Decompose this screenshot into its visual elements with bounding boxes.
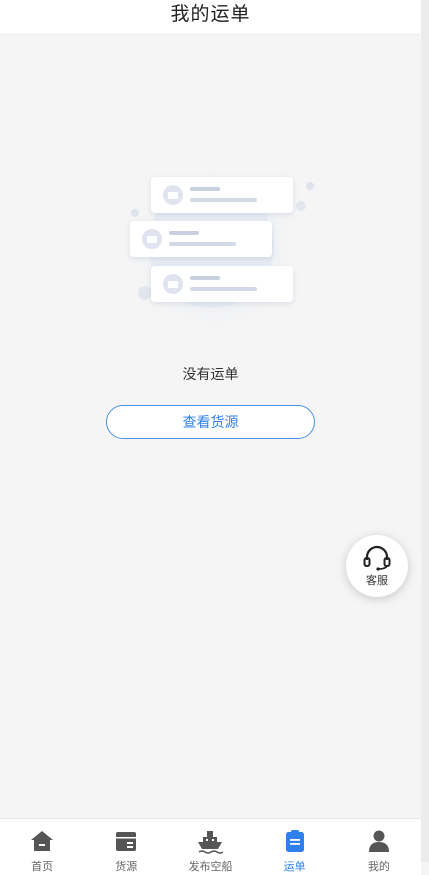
- headset-icon: [363, 545, 391, 571]
- tab-cargo[interactable]: 货源: [84, 819, 168, 875]
- tab-label: 发布空船: [188, 860, 233, 873]
- scrollbar[interactable]: [421, 0, 429, 862]
- customer-service-label: 客服: [366, 573, 388, 587]
- empty-message: 没有运单: [182, 367, 239, 383]
- tab-home[interactable]: 首页: [0, 819, 84, 875]
- view-cargo-button[interactable]: 查看货源: [106, 405, 315, 439]
- header-bar: 我的运单: [0, 0, 421, 35]
- tab-mine[interactable]: 我的: [337, 819, 421, 875]
- home-icon: [31, 831, 54, 851]
- clipboard-icon: [285, 830, 304, 852]
- tab-waybill[interactable]: 运单: [253, 819, 337, 875]
- tab-label: 我的: [367, 860, 390, 873]
- page: 我的 运单 没有运单 查看货源 客服 首页 货源 发布空船 运单 我的: [0, 0, 421, 875]
- tab-label: 首页: [31, 860, 54, 873]
- tab-label: 运单: [283, 860, 306, 873]
- ship-icon: [198, 831, 224, 854]
- tab-publish-empty-ship[interactable]: 发布空船: [168, 819, 252, 875]
- tab-label: 货源: [115, 860, 138, 873]
- user-icon: [368, 830, 389, 852]
- page-title: 我的运单: [170, 2, 251, 25]
- customer-service-button[interactable]: 客服: [346, 535, 408, 597]
- bottom-tab-bar: 首页 货源 发布空船 运单 我的: [0, 818, 421, 875]
- empty-waybill-illustration: [105, 165, 325, 335]
- cargo-box-icon: [116, 832, 137, 851]
